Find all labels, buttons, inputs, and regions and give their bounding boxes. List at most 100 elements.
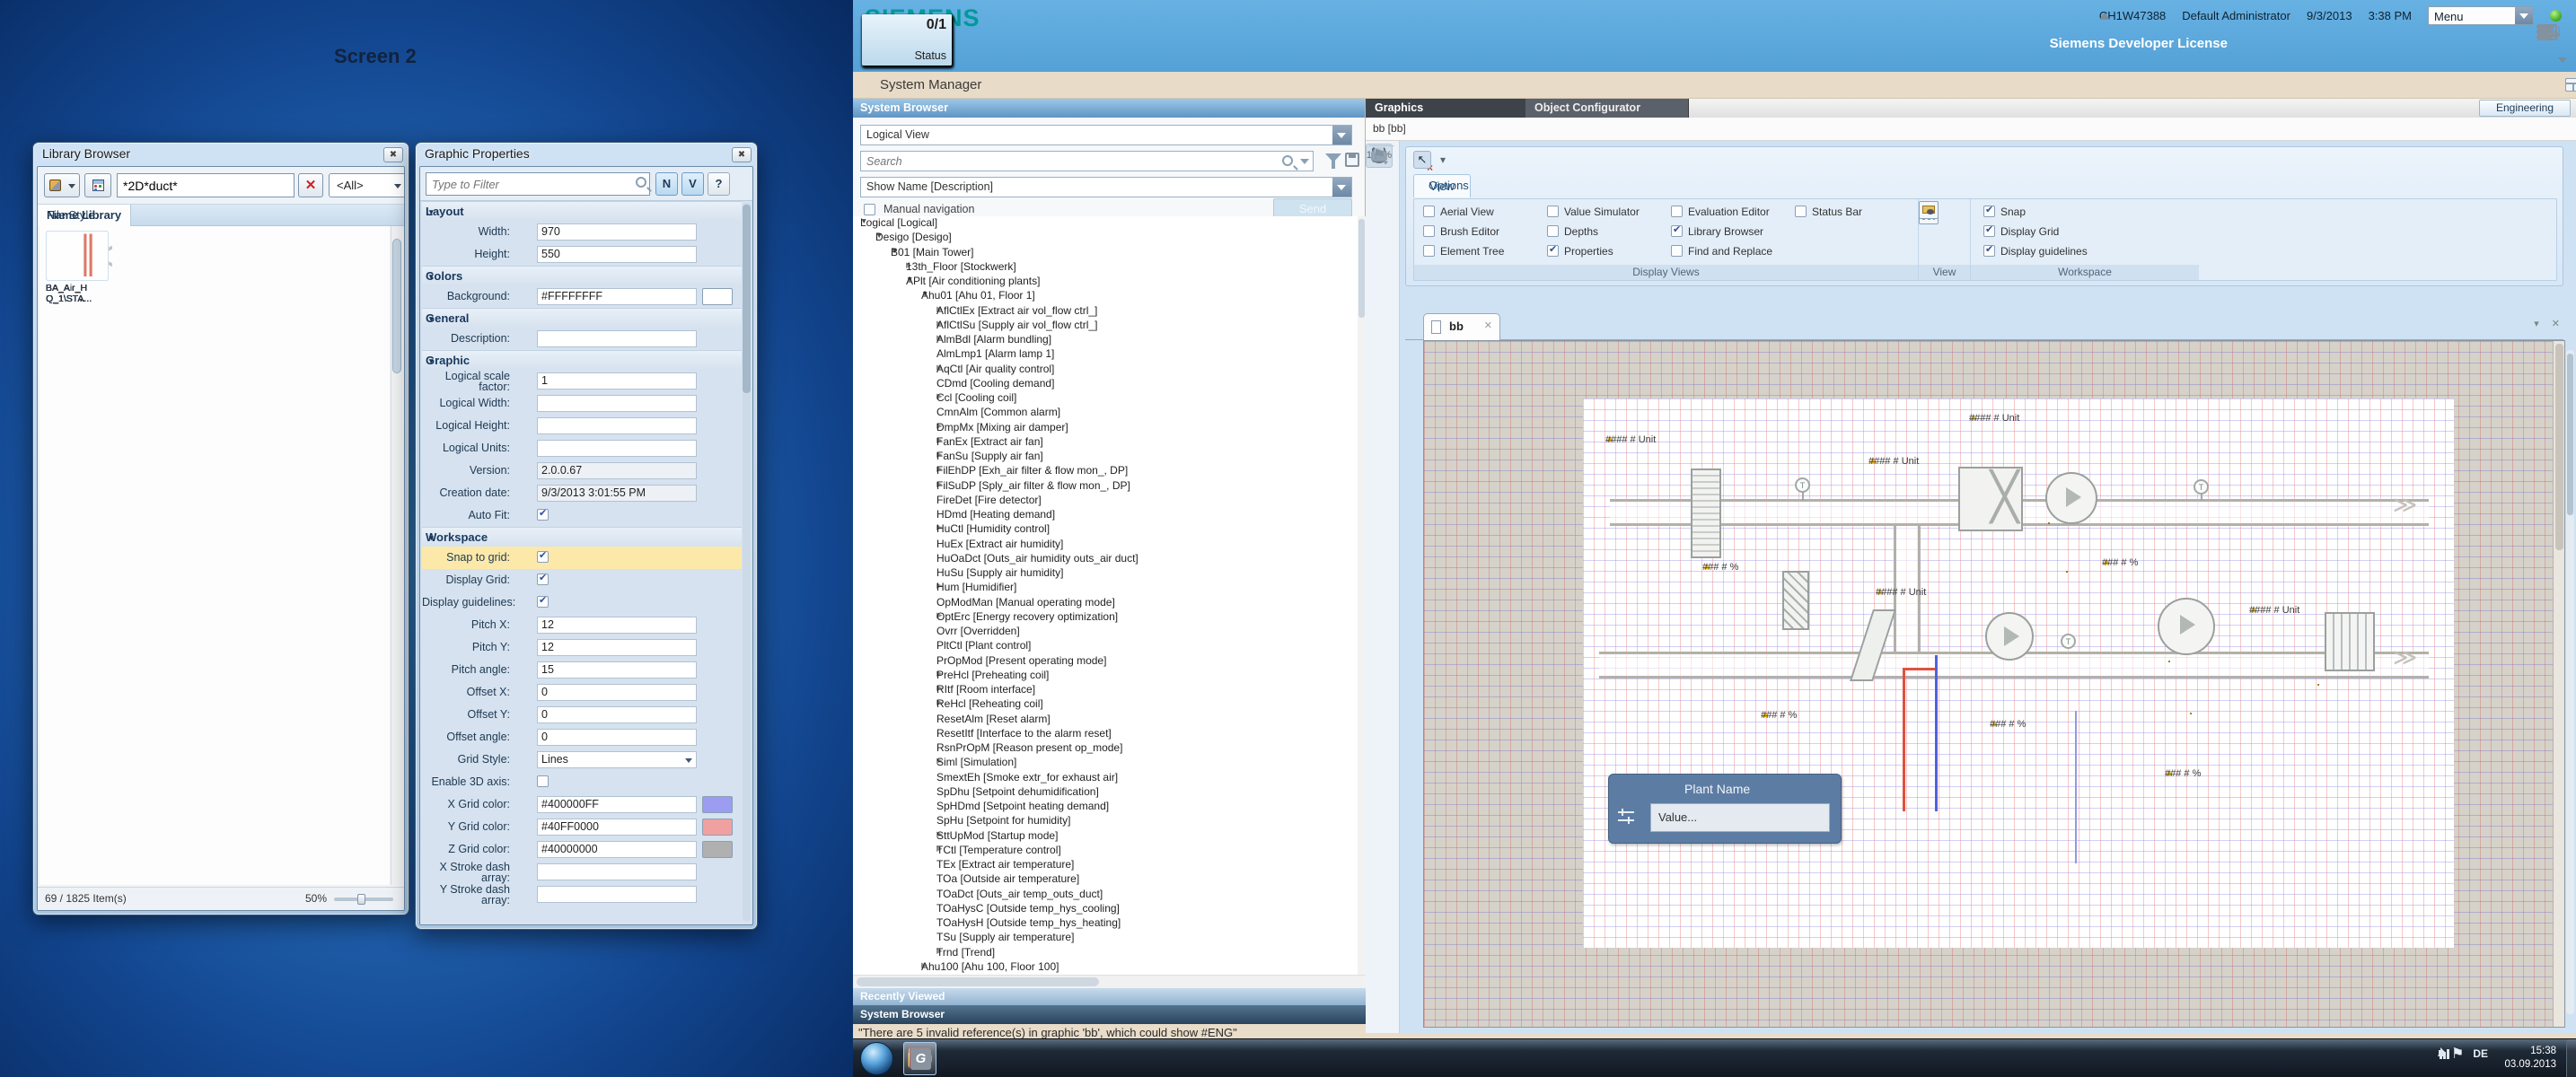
drawing-canvas[interactable]: ≫ ≫ ╳ T T T [1423,340,2565,1028]
checkbox-icon[interactable] [1983,206,1995,217]
tree-item[interactable]: ▶Trnd [Trend] [853,946,1358,960]
network-icon[interactable] [2438,1046,2452,1061]
tree-item[interactable]: TSu [Supply air temperature] [853,931,1358,945]
property-value-field[interactable] [537,886,697,903]
checkbox-icon[interactable] [1547,206,1559,217]
property-value-field[interactable]: #400000FF [537,796,697,813]
graphic-properties-title[interactable]: Graphic Properties [425,146,530,161]
value-toggle-button[interactable]: V [681,172,704,196]
alarm-button-status[interactable]: 0/1Status [862,14,952,66]
property-value-field[interactable] [537,330,697,347]
color-swatch[interactable] [702,796,733,813]
show-desktop-button[interactable] [2566,1039,2576,1077]
tree-item[interactable]: TOa [Outside air temperature] [853,872,1358,887]
tab-graphics[interactable]: Graphics [1366,99,1525,118]
color-swatch[interactable] [702,841,733,858]
property-value-field[interactable]: 0 [537,729,697,746]
clear-search-button[interactable]: ✕ [298,173,323,197]
close-icon[interactable]: ✖ [383,147,403,162]
tree-item[interactable]: ▶FilEhDP [Exh_air filter & flow mon_, DP… [853,464,1358,478]
scrollbar-thumb[interactable] [857,977,1099,986]
close-icon[interactable]: ✖ [732,147,752,162]
scrollbar-thumb[interactable] [1358,219,1365,318]
property-value-field[interactable] [537,440,697,457]
search-options-dropdown[interactable] [1297,152,1313,171]
layout-custom-icon[interactable] [2565,78,2576,92]
library-source-button[interactable] [44,173,80,197]
enable-3d-axis-checkbox[interactable] [537,775,549,787]
document-tab[interactable]: bb ✕ [1423,313,1500,340]
property-value-field[interactable]: #FFFFFFFF [537,288,697,305]
tab-engineering[interactable]: Engineering [2479,100,2571,117]
tree-item[interactable]: SmextEh [Smoke extr_for exhaust air] [853,771,1358,785]
tree-item[interactable]: PltCtl [Plant control] [853,639,1358,653]
tree-item[interactable]: PrOpMod [Present operating mode] [853,654,1358,669]
humidifier-symbol[interactable] [2325,612,2375,671]
name-toggle-button[interactable]: N [655,172,678,196]
temperature-sensor-icon[interactable]: T [1795,477,1810,493]
display-grid-checkbox[interactable] [537,574,549,585]
section-header-graphic[interactable]: ▾Graphic [422,350,742,370]
menu-dropdown[interactable]: Menu [2428,6,2534,25]
tree-item[interactable]: ▶Siml [Simulation] [853,756,1358,770]
display-guidelines-checkbox[interactable] [537,596,549,608]
checkbox-icon[interactable] [1547,225,1559,237]
scrollbar-thumb[interactable] [2555,344,2563,550]
display-options-icon[interactable] [1919,201,1939,219]
tree-scrollbar[interactable] [1358,216,1366,975]
tree-item[interactable]: OpModMan [Manual operating mode] [853,596,1358,610]
tree-item[interactable]: ▼Ahu01 [Ahu 01, Floor 1] [853,289,1358,303]
preheating-coil-symbol[interactable] [1691,468,1721,558]
property-value-field[interactable] [537,395,697,412]
tree-item[interactable]: ResetAlm [Reset alarm] [853,713,1358,727]
system-browser-header[interactable]: System Browser [853,99,1365,118]
collapse-arrow-icon[interactable] [2099,13,2110,20]
tree-item[interactable]: ▶AqCtl [Air quality control] [853,363,1358,377]
tab-object-configurator[interactable]: Object Configurator [1525,99,1689,118]
manual-navigation-checkbox[interactable] [864,204,875,215]
tree-item[interactable]: Ovrr [Overridden] [853,625,1358,639]
tree-item[interactable]: ▶SttUpMod [Startup mode] [853,829,1358,844]
scrollbar-thumb[interactable] [2567,354,2573,515]
tree-item[interactable]: ▶13th_Floor [Stockwerk] [853,260,1358,275]
property-value-field[interactable]: 12 [537,639,697,656]
tree-item[interactable]: TOaHysC [Outside temp_hys_cooling] [853,902,1358,916]
scrollbar-thumb[interactable] [743,205,751,393]
tree-item[interactable]: ▶RItf [Room interface] [853,683,1358,697]
checkbox-icon[interactable] [1983,225,1995,237]
library-filter-dropdown[interactable]: <All> [329,173,405,197]
tree-item[interactable]: ▶DmpMx [Mixing air damper] [853,421,1358,435]
tab-file-style[interactable]: File Style [38,205,103,226]
tree-search-input[interactable] [860,151,1314,171]
library-search-input[interactable] [117,173,295,197]
speaker-icon[interactable] [2536,22,2560,44]
tree-item[interactable]: HDmd [Heating demand] [853,508,1358,522]
library-browser-title[interactable]: Library Browser [42,146,130,161]
taskbar-clock[interactable]: 15:38 03.09.2013 [2504,1045,2556,1072]
plant-name-box[interactable]: Plant Name Value... [1608,774,1842,844]
chevron-down-icon[interactable]: ▾ [2534,318,2539,329]
temperature-sensor-icon[interactable]: T [2061,634,2076,649]
property-value-field[interactable]: #40000000 [537,841,697,858]
tree-item[interactable]: FireDet [Fire detector] [853,494,1358,508]
checkbox-icon[interactable] [1423,225,1435,237]
color-swatch[interactable] [702,819,733,836]
property-value-field[interactable]: 0 [537,706,697,723]
damper-symbol[interactable] [1782,571,1809,630]
zoom-slider[interactable] [334,898,393,901]
tree-item[interactable]: SpHu [Setpoint for humidity] [853,814,1358,828]
hot-water-pipe[interactable] [1903,668,1937,670]
tree-item[interactable]: ▶FanSu [Supply air fan] [853,450,1358,464]
property-value-field[interactable]: 550 [537,246,697,263]
library-item[interactable]: ║BA_Air_H Q_1\ST... [44,231,112,315]
help-button[interactable]: ? [708,172,730,196]
tree-item[interactable]: ▶OptErc [Energy recovery optimization] [853,610,1358,625]
start-button[interactable] [860,1042,893,1075]
filter-icon[interactable] [1322,152,1341,171]
tree-item[interactable]: SpDhu [Setpoint dehumidification] [853,785,1358,800]
close-icon[interactable]: ✕ [2552,318,2560,329]
checkbox-icon[interactable] [1423,245,1435,257]
tree-horizontal-scrollbar[interactable] [853,975,1366,988]
tree-item[interactable]: SpHDmd [Setpoint heating demand] [853,800,1358,814]
temperature-sensor-icon[interactable]: T [2194,479,2209,495]
